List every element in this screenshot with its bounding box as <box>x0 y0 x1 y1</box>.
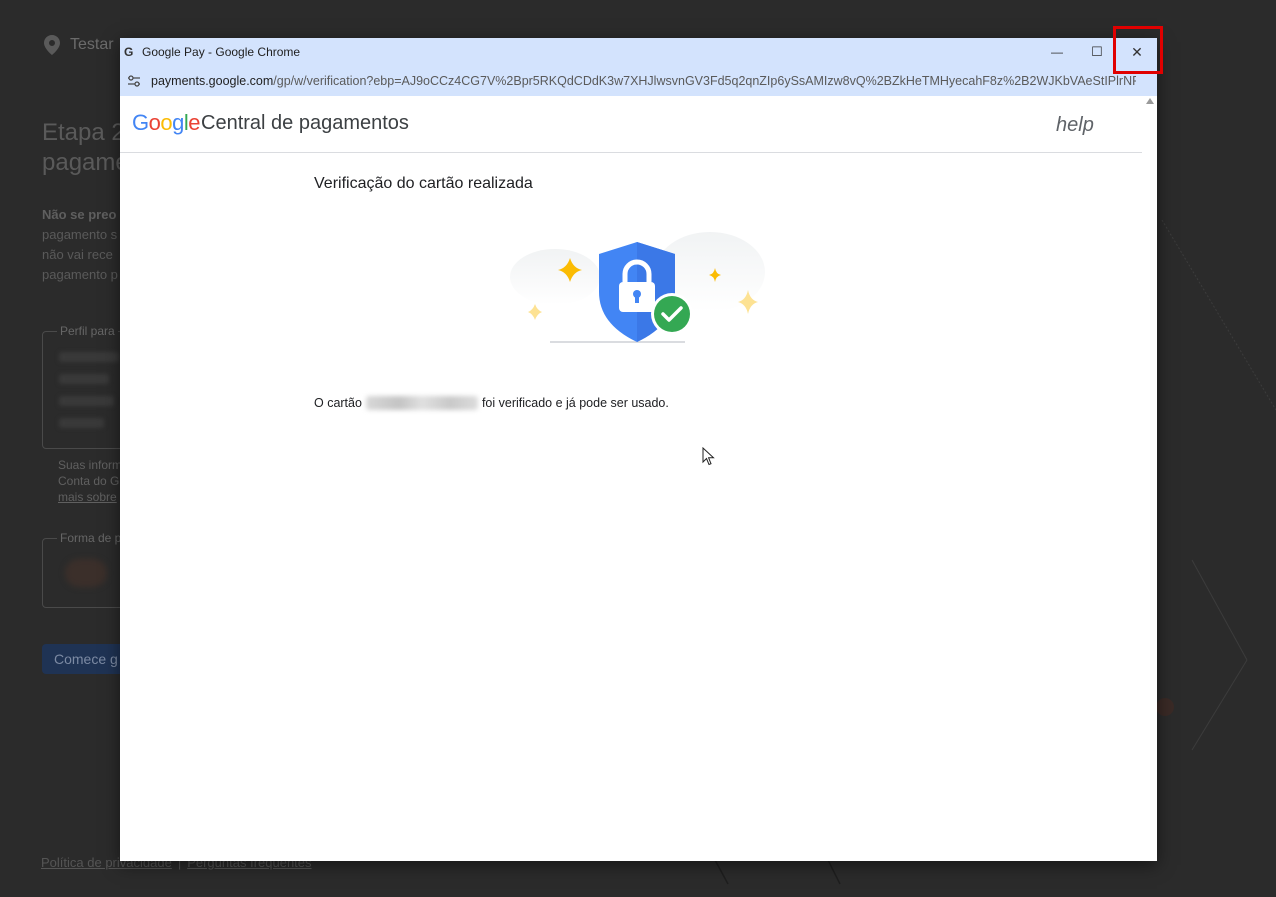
background-desc-line: pagamento p <box>42 267 118 282</box>
verification-message: O cartão foi verificado e já pode ser us… <box>314 396 669 410</box>
logo-letter: e <box>188 110 201 135</box>
location-pin-icon <box>44 35 60 55</box>
location-row: Testar <box>44 35 114 55</box>
blurred-profile-line <box>59 374 109 384</box>
masked-card-number <box>365 396 478 410</box>
profile-legend: Perfil para <box>57 324 118 338</box>
blurred-profile-line <box>59 352 119 362</box>
background-note-line: Conta do G <box>58 474 120 488</box>
logo-letter: G <box>132 110 149 135</box>
page-title: Verificação do cartão realizada <box>314 175 533 192</box>
background-desc-line: pagamento s <box>42 227 118 242</box>
payment-legend: Forma de p <box>57 531 125 545</box>
maximize-icon: ☐ <box>1091 44 1103 59</box>
background-desc-line: não vai rece <box>42 247 113 262</box>
minimize-icon: — <box>1051 45 1063 59</box>
window-titlebar[interactable]: G Google Pay - Google Chrome — ☐ ✕ <box>120 38 1157 66</box>
google-g-icon: G <box>124 45 134 59</box>
logo-letter: g <box>172 110 184 135</box>
start-button: Comece g <box>42 644 132 674</box>
scrollbar-up-arrow[interactable] <box>1146 98 1154 104</box>
background-avatar <box>1156 698 1174 716</box>
blurred-profile-line <box>59 396 114 406</box>
logo-letter: o <box>148 110 161 135</box>
popup-window[interactable]: G Google Pay - Google Chrome — ☐ ✕ payme… <box>120 38 1157 861</box>
message-after: foi verificado e já pode ser usado. <box>481 396 669 410</box>
background-decoration-bottom <box>714 859 841 885</box>
blurred-profile-line <box>59 418 104 428</box>
mouse-cursor-icon <box>702 447 715 466</box>
close-icon: ✕ <box>1131 43 1143 60</box>
logo-letter: o <box>160 110 173 135</box>
address-bar[interactable]: payments.google.com/gp/w/verification?eb… <box>120 66 1157 96</box>
url-path: /gp/w/verification?ebp=AJ9oCCz4CG7V%2Bpr… <box>273 74 1136 88</box>
background-note-line: Suas inform <box>58 458 123 472</box>
background-desc-line: Não se preo <box>42 207 117 222</box>
message-before: O cartão <box>314 396 362 410</box>
product-name: Central de pagamentos <box>201 112 409 134</box>
site-settings-icon[interactable] <box>127 74 141 88</box>
url-host: payments.google.com <box>151 74 274 88</box>
maximize-button[interactable]: ☐ <box>1077 38 1117 66</box>
help-link[interactable]: help <box>1056 114 1094 137</box>
shield-lock-check-icon <box>510 232 765 343</box>
background-note: Suas inform Conta do G mais sobre <box>58 457 128 505</box>
window-title: Google Pay - Google Chrome <box>142 45 301 59</box>
window-controls: — ☐ ✕ <box>1037 38 1157 66</box>
background-description: Não se preo pagamento s não vai rece pag… <box>42 205 122 285</box>
url-text[interactable]: payments.google.com/gp/w/verification?eb… <box>151 74 1136 88</box>
google-logo[interactable]: Google <box>132 110 201 136</box>
learn-more-link: mais sobre <box>58 490 117 504</box>
background-decoration <box>1161 220 1276 751</box>
location-label: Testar <box>70 36 114 53</box>
page-header: Google Central de pagamentos help <box>120 96 1142 153</box>
minimize-button[interactable]: — <box>1037 38 1077 66</box>
card-logo-icon <box>65 559 107 587</box>
close-button[interactable]: ✕ <box>1117 38 1157 66</box>
page-content: Google Central de pagamentos help Verifi… <box>120 96 1157 861</box>
